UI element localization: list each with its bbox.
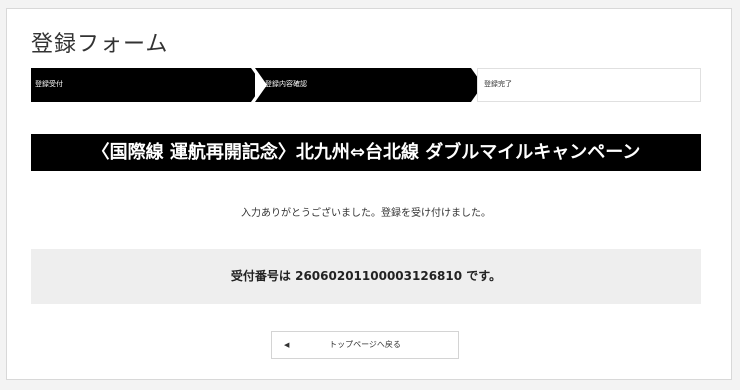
step-label: 登録完了 [484,80,512,88]
back-button-label: トップページへ戻る [329,340,401,349]
campaign-banner: 〈国際線 運航再開記念〉北九州⇔台北線 ダブルマイルキャンペーン [31,134,701,171]
step-label: 登録受付 [35,80,63,88]
thanks-message: 入力ありがとうございました。登録を受け付けました。 [241,208,491,219]
progress-steps: 登録受付 登録内容確認 登録完了 [31,68,701,102]
back-to-top-button[interactable]: ◀ トップページへ戻る [271,331,459,359]
receipt-number-box: 受付番号は 26060201100003126810 です。 [31,249,701,304]
receipt-number-text: 受付番号は 26060201100003126810 です。 [230,269,502,283]
step-label: 登録内容確認 [265,80,307,88]
step-registration: 登録受付 [31,68,263,102]
registration-card: 登録フォーム 登録受付 登録内容確認 登録完了 〈国際線 運航再開記念〉北九州⇔… [6,8,732,380]
page-title: 登録フォーム [31,32,169,57]
step-complete: 登録完了 [477,68,701,102]
step-confirmation: 登録内容確認 [255,68,483,102]
